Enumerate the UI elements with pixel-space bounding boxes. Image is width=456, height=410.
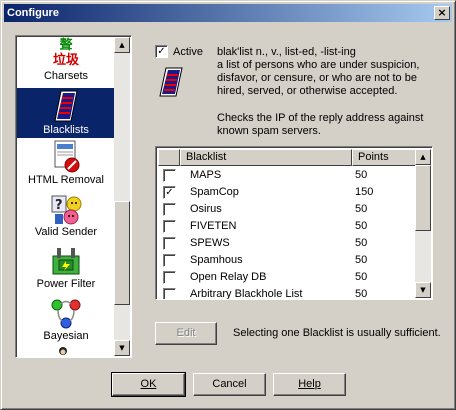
arrow-up-icon: ▲	[119, 41, 125, 49]
arrow-down-icon: ▼	[420, 286, 426, 294]
blacklist-name: Spamhous	[190, 254, 243, 266]
scroll-down-button[interactable]: ▼	[415, 282, 431, 298]
table-row[interactable]: SPEWS 50	[158, 235, 416, 252]
blacklist-name: SPEWS	[190, 237, 230, 249]
blacklist-points: 150	[355, 186, 374, 198]
person-icon	[56, 346, 70, 357]
help-label: Help	[298, 378, 321, 390]
active-label: Active	[173, 46, 203, 58]
column-header-blacklist[interactable]: Blacklist	[180, 149, 352, 166]
row-checkbox[interactable]	[163, 271, 176, 284]
blacklist-points: 50	[355, 254, 368, 266]
valid-sender-icon: ?	[51, 195, 82, 225]
blacklist-large-icon	[159, 67, 183, 97]
blacklist-points: 50	[355, 203, 368, 215]
row-checkbox[interactable]	[163, 237, 176, 250]
row-checkbox[interactable]	[163, 220, 176, 233]
definition-line: hired, served, or otherwise accepted.	[217, 85, 398, 97]
definition-headword: blak'list n., v., list-ed, -list-ing	[217, 46, 356, 58]
blacklist-name: MAPS	[190, 169, 222, 181]
blacklist-points: 50	[355, 237, 368, 249]
category-sidebar[interactable]: 聱 垃圾 Charsets Blacklists HTML Removal ? …	[15, 35, 132, 358]
power-filter-icon	[52, 248, 80, 275]
blacklist-name: FIVETEN	[190, 220, 237, 232]
table-row[interactable]: Spamhous 50	[158, 252, 416, 269]
sidebar-item-html-removal[interactable]: HTML Removal	[17, 140, 115, 190]
close-icon: ×	[437, 6, 447, 19]
table-row[interactable]: Arbitrary Blackhole List 50	[158, 286, 416, 300]
table-row[interactable]: Open Relay DB 50	[158, 269, 416, 286]
blacklist-icon	[54, 90, 78, 122]
help-button[interactable]: Help	[273, 373, 346, 396]
blacklist-name: Arbitrary Blackhole List	[190, 288, 303, 300]
row-checkbox[interactable]	[163, 254, 176, 267]
hint-text: Selecting one Blacklist is usually suffi…	[233, 327, 441, 339]
table-row[interactable]: ✓ SpamCop 150	[158, 184, 416, 201]
close-button[interactable]: ×	[434, 6, 450, 20]
arrow-down-icon: ▼	[119, 344, 125, 352]
blacklist-points: 50	[355, 288, 368, 300]
definition-line: disfavor, or censure, or who are not to …	[217, 72, 417, 84]
table-row[interactable]: FIVETEN 50	[158, 218, 416, 235]
blacklist-name: Open Relay DB	[190, 271, 267, 283]
html-removal-icon	[54, 140, 80, 173]
charset-icon: 聱 垃圾	[52, 38, 79, 68]
column-header-points[interactable]: Points	[352, 149, 416, 166]
sidebar-item-label: Blacklists	[43, 124, 89, 136]
sidebar-item-charsets[interactable]: 聱 垃圾 Charsets	[17, 38, 115, 86]
ok-button[interactable]: OK	[111, 372, 186, 397]
title-bar[interactable]: Configure ×	[4, 4, 452, 22]
description-line: Checks the IP of the reply address again…	[217, 112, 424, 124]
sidebar-item-label: Bayesian	[43, 330, 89, 342]
configure-dialog: Configure × 聱 垃圾 Charsets Blacklists HTM…	[0, 0, 456, 410]
row-checkbox[interactable]	[163, 169, 176, 182]
window-title: Configure	[7, 7, 59, 19]
blacklist-points: 50	[355, 169, 368, 181]
edit-button[interactable]: Edit	[155, 322, 217, 345]
blacklist-table[interactable]: Blacklist Points MAPS 50 ✓ SpamCop 150 O…	[155, 146, 433, 300]
sidebar-item-blacklists[interactable]: Blacklists	[17, 88, 115, 138]
sidebar-scrollbar[interactable]: ▲ ▼	[114, 37, 130, 356]
check-mark-icon: ✓	[165, 187, 174, 198]
active-checkbox[interactable]: ✓	[155, 45, 168, 58]
sidebar-item-bayesian[interactable]: Bayesian	[17, 296, 115, 346]
blacklist-name: Osirus	[190, 203, 222, 215]
scroll-up-button[interactable]: ▲	[114, 37, 130, 53]
description-text: Checks the IP of the reply address again…	[217, 112, 423, 138]
sidebar-item-label: HTML Removal	[28, 174, 104, 186]
bayesian-icon	[51, 299, 81, 329]
scroll-down-button[interactable]: ▼	[114, 340, 130, 356]
description-line: known spam servers.	[217, 125, 321, 137]
table-row[interactable]: MAPS 50	[158, 167, 416, 184]
svg-text:?: ?	[55, 198, 63, 213]
definition-line: a list of persons who are under suspicio…	[217, 59, 420, 71]
sidebar-item-label: Charsets	[43, 70, 89, 82]
scroll-thumb[interactable]	[114, 201, 130, 305]
cancel-button[interactable]: Cancel	[193, 373, 266, 396]
sidebar-item-power-filter[interactable]: Power Filter	[17, 244, 115, 294]
arrow-up-icon: ▲	[420, 153, 426, 161]
row-checkbox[interactable]	[163, 288, 176, 299]
row-checkbox[interactable]	[163, 203, 176, 216]
column-header-check[interactable]	[158, 149, 180, 166]
sidebar-item-label: Valid Sender	[34, 226, 98, 238]
definition-text: blak'list n., v., list-ed, -list-ing a l…	[217, 46, 419, 98]
sidebar-item-valid-sender[interactable]: ? Valid Sender	[17, 192, 115, 242]
blacklist-name: SpamCop	[190, 186, 239, 198]
blacklist-points: 50	[355, 220, 368, 232]
table-scrollbar[interactable]: ▲ ▼	[415, 149, 431, 298]
row-checkbox[interactable]: ✓	[163, 186, 176, 199]
ok-label: OK	[140, 378, 157, 390]
check-mark-icon: ✓	[157, 46, 166, 57]
scroll-thumb[interactable]	[415, 165, 431, 231]
table-row[interactable]: Osirus 50	[158, 201, 416, 218]
scroll-up-button[interactable]: ▲	[415, 149, 431, 165]
blacklist-points: 50	[355, 271, 368, 283]
sidebar-item-label: Power Filter	[36, 278, 96, 290]
